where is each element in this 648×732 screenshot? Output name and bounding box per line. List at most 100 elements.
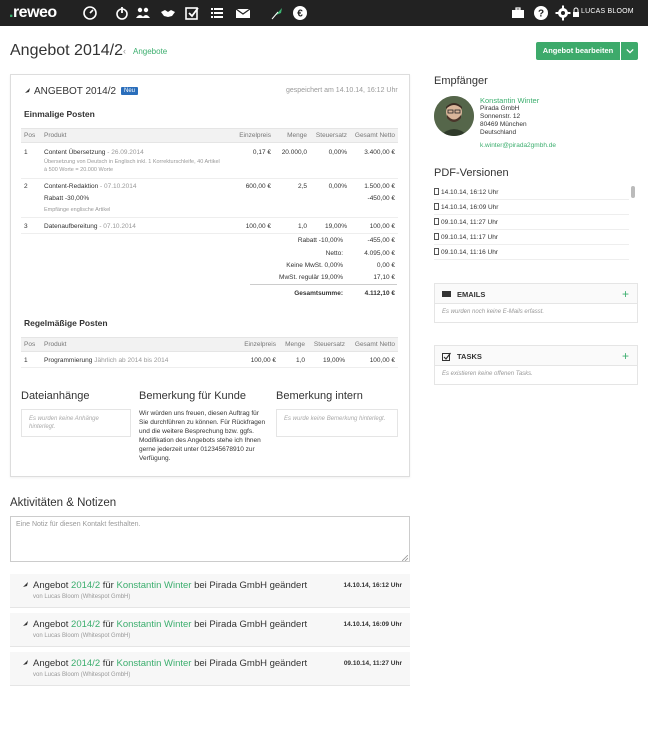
activity-timestamp: 14.10.14, 16:09 Uhr: [343, 621, 402, 628]
activity-item[interactable]: Angebot 2014/2 für Konstantin Winter bei…: [10, 613, 410, 647]
pdf-version-item[interactable]: 09.10.14, 11:16 Uhr: [434, 246, 629, 260]
item-qty: 1,0: [274, 217, 310, 234]
pdf-version-item[interactable]: 09.10.14, 11:27 Uhr: [434, 216, 629, 230]
internal-note-empty: Es wurde keine Bemerkung hinterlegt.: [276, 409, 398, 437]
help-icon[interactable]: ?: [533, 5, 549, 21]
activity-prefix: Angebot: [33, 658, 69, 669]
tasks-empty: Es existieren keine offenen Tasks.: [442, 371, 533, 377]
offer-feather-icon: [19, 620, 29, 630]
recipient-street: Sonnenstr. 12: [480, 113, 521, 120]
emails-panel: EMAILS + Es wurden noch keine E-Mails er…: [434, 283, 638, 323]
item-product: Datenaufbereitung: [44, 223, 98, 230]
chevron-down-icon: [625, 48, 634, 54]
item-pos: 3: [21, 217, 41, 234]
column-header-pos: Pos: [21, 128, 41, 143]
item-tax: 19,00%: [308, 351, 348, 368]
item-total: 3.400,00 €: [350, 142, 398, 179]
envelope-icon[interactable]: [235, 5, 251, 21]
table-row[interactable]: 1 Programmierung Jährlich ab 2014 bis 20…: [21, 351, 398, 368]
svg-text:?: ?: [538, 9, 544, 20]
summary-label: Keine MwSt. 0,00%: [286, 262, 343, 269]
customer-note-heading: Bemerkung für Kunde: [139, 390, 247, 402]
customer-note-text: Wir würden uns freuen, diesen Auftrag fü…: [139, 410, 266, 462]
item-pos: 1: [21, 351, 41, 368]
document-icon: [434, 203, 439, 210]
item-product-cell: Programmierung Jährlich ab 2014 bis 2014: [41, 351, 241, 368]
reweo-logo[interactable]: .reweo: [9, 4, 57, 22]
column-header-unit-price: Einzelpreis: [241, 337, 279, 352]
pdf-version-item[interactable]: 09.10.14, 11:17 Uhr: [434, 231, 629, 245]
item-total: 100,00 €: [350, 217, 398, 234]
activity-offer-link[interactable]: 2014/2: [71, 580, 100, 591]
item-price: 100,00 €: [226, 217, 274, 234]
item-qty: 1,0: [279, 351, 308, 368]
handshake-icon[interactable]: [160, 5, 176, 21]
checkbox-tasks-icon[interactable]: [184, 5, 200, 21]
emails-empty: Es wurden noch keine E-Mails erfasst.: [442, 309, 545, 315]
item-price: 0,17 €: [226, 142, 274, 179]
chevron-left-icon: ‹: [123, 46, 126, 56]
add-email-icon[interactable]: +: [622, 287, 629, 301]
gear-icon[interactable]: [555, 5, 571, 21]
table-row[interactable]: 3 Datenaufbereitung - 07.10.2014 100,00 …: [21, 217, 398, 234]
summary-value: 0,00 €: [376, 262, 395, 269]
pdf-version-label: 14.10.14, 16:12 Uhr: [441, 189, 499, 196]
tasks-title: TASKS: [457, 352, 482, 361]
power-icon[interactable]: [114, 5, 130, 21]
top-navigation-bar: .reweo € ? LUCAS BLOOM: [0, 0, 648, 26]
status-badge: Neu: [121, 87, 139, 95]
user-name[interactable]: LUCAS BLOOM: [581, 8, 634, 15]
dashboard-icon[interactable]: [82, 5, 98, 21]
item-total: 1.500,00 €: [364, 183, 395, 190]
activity-item[interactable]: Angebot 2014/2 für Konstantin Winter bei…: [10, 652, 410, 686]
avatar[interactable]: [434, 96, 474, 136]
breadcrumb-offers-link[interactable]: Angebote: [133, 47, 167, 56]
pdf-version-item[interactable]: 14.10.14, 16:09 Uhr: [434, 201, 629, 215]
page-title: Angebot 2014/2: [10, 42, 123, 59]
item-date: - 07.10.2014: [100, 183, 137, 190]
note-input[interactable]: Eine Notiz für diesen Kontakt festhalten…: [10, 516, 410, 562]
pdf-version-item[interactable]: 14.10.14, 16:12 Uhr: [434, 186, 629, 200]
offer-feather-icon[interactable]: [269, 5, 285, 21]
item-pos: 2: [21, 178, 41, 218]
briefcase-icon[interactable]: [510, 5, 526, 21]
resize-handle-icon[interactable]: [401, 554, 409, 562]
pdf-list-scrollbar[interactable]: [631, 186, 635, 198]
recipient-city: 80469 München: [480, 121, 527, 128]
activity-author: von Lucas Bloom (Whitespot GmbH): [33, 672, 131, 678]
item-tax: 0,00%: [310, 178, 350, 218]
edit-offer-button[interactable]: Angebot bearbeiten: [536, 42, 620, 60]
list-icon[interactable]: [209, 5, 225, 21]
activity-mid: für: [102, 580, 114, 591]
activity-contact-link[interactable]: Konstantin Winter: [116, 658, 191, 669]
attachments-empty: Es wurden keine Anhänge hinterlegt.: [21, 409, 131, 437]
edit-options-dropdown-button[interactable]: [621, 42, 638, 60]
contacts-icon[interactable]: [135, 5, 151, 21]
activity-item[interactable]: Angebot 2014/2 für Konstantin Winter bei…: [10, 574, 410, 608]
activity-mid: für: [102, 658, 114, 669]
table-row[interactable]: 2 Content-Redaktion - 07.10.2014 Rabatt …: [21, 178, 398, 218]
saved-timestamp: gespeichert am 14.10.14, 16:12 Uhr: [286, 87, 398, 94]
activity-offer-link[interactable]: 2014/2: [71, 619, 100, 630]
table-header-row: Pos Produkt Einzelpreis Menge Steuersatz…: [21, 337, 398, 352]
table-row[interactable]: 1 Content Übersetzung - 26.09.2014 Übers…: [21, 142, 398, 179]
activity-offer-link[interactable]: 2014/2: [71, 658, 100, 669]
offer-feather-icon: [21, 87, 31, 97]
item-discount: Rabatt -30,00%: [44, 195, 90, 202]
document-icon: [434, 233, 439, 240]
summary-label: Rabatt -10,00%: [297, 237, 343, 244]
activity-prefix: Angebot: [33, 619, 69, 630]
summary-value: 4.095,00 €: [364, 250, 395, 257]
recipient-company: Pirada GmbH: [480, 105, 520, 112]
item-total-cell: 1.500,00 € -450,00 €: [350, 178, 398, 218]
activity-author: von Lucas Bloom (Whitespot GmbH): [33, 633, 131, 639]
activity-contact-link[interactable]: Konstantin Winter: [116, 580, 191, 591]
recipient-email-link[interactable]: k.winter@pirada2gmbh.de: [480, 142, 556, 150]
recipient-name-link[interactable]: Konstantin Winter: [480, 96, 556, 105]
column-header-product: Produkt: [41, 337, 241, 352]
euro-icon[interactable]: €: [292, 5, 308, 21]
lock-icon: [572, 5, 580, 21]
activity-contact-link[interactable]: Konstantin Winter: [116, 619, 191, 630]
activities-heading: Aktivitäten & Notizen: [10, 497, 117, 509]
add-task-icon[interactable]: +: [622, 349, 629, 363]
